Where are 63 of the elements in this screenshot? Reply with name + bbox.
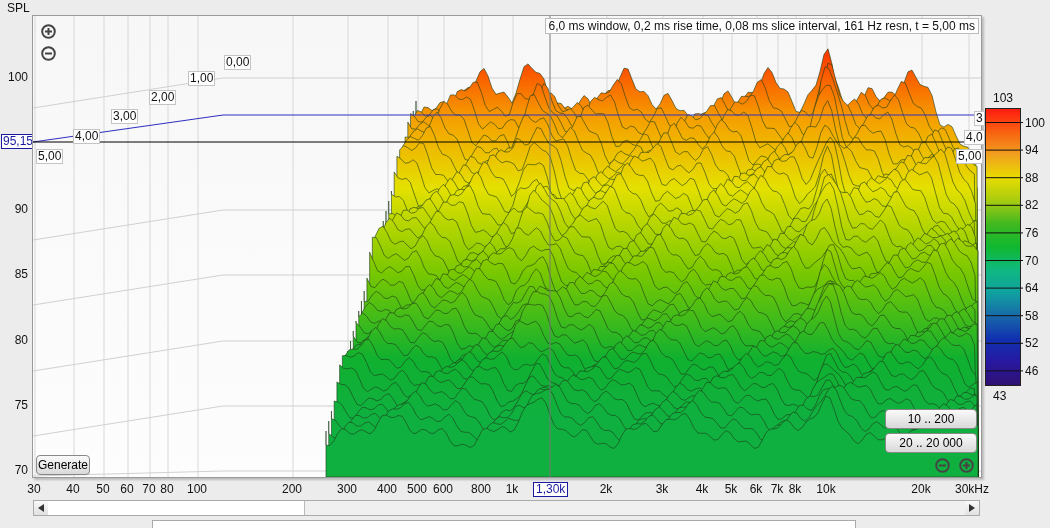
- time-label: 3: [974, 111, 985, 126]
- x-tick-label: 10k: [816, 483, 836, 496]
- x-tick-label: 4k: [695, 483, 709, 496]
- scale-max-label: 103: [993, 92, 1014, 105]
- scrollbar[interactable]: [33, 500, 980, 516]
- y-tick-label: 100: [7, 70, 28, 84]
- y-tick-label: 70: [14, 463, 28, 477]
- x-tick-label: 5k: [724, 483, 738, 496]
- time-label: 2,00: [149, 90, 177, 105]
- x-tick-label: 6k: [749, 483, 763, 496]
- scale-tick-label: 100: [1025, 116, 1046, 130]
- x-tick-label: 70: [142, 483, 156, 496]
- y-tick-label: 75: [14, 398, 28, 412]
- y-tick-label: 80: [14, 333, 28, 347]
- scroll-right-icon[interactable]: [969, 504, 975, 512]
- x-tick-label: 80: [160, 483, 174, 496]
- time-label: 5,00: [36, 149, 64, 164]
- time-label: 3,00: [111, 109, 139, 124]
- x-tick-label: 500: [407, 483, 427, 496]
- scale-tick-label: 88: [1025, 171, 1039, 185]
- time-label: 1,00: [188, 71, 216, 86]
- scale-tick-label: 94: [1025, 144, 1039, 158]
- zoom-in-icon[interactable]: [41, 24, 56, 39]
- generate-button[interactable]: Generate: [36, 455, 90, 475]
- range-button[interactable]: 10 .. 200: [885, 409, 977, 429]
- x-tick-label: 800: [471, 483, 491, 496]
- x-tick-label: 200: [282, 483, 302, 496]
- x-tick-label: 7k: [770, 483, 784, 496]
- x-tick-label: 3k: [655, 483, 669, 496]
- info-text: 6,0 ms window, 0,2 ms rise time, 0,08 ms slice interval, 161 Hz resn, t = 5,00 ms: [544, 18, 979, 34]
- axis-title: SPL: [7, 1, 30, 15]
- x-tick-label: 60: [120, 483, 134, 496]
- y-tick-label: 85: [14, 267, 28, 281]
- time-label: 0,00: [224, 55, 252, 70]
- x-tick-label: 40: [66, 483, 80, 496]
- x-tick-label: 50: [96, 483, 110, 496]
- scrollbar-thumb[interactable]: [48, 501, 305, 515]
- scale-tick-label: 70: [1025, 254, 1039, 268]
- x-tick-label: 30kHz: [955, 483, 989, 496]
- scale-tick-label: 64: [1025, 282, 1039, 296]
- x-tick-label: 20k: [911, 483, 931, 496]
- x-tick-label: 8k: [788, 483, 802, 496]
- scale-tick-label: 46: [1025, 364, 1039, 378]
- scale-tick-label: 52: [1025, 337, 1039, 351]
- x-tick-label: 400: [377, 483, 397, 496]
- x-tick-label: 30: [27, 483, 41, 496]
- time-label: 4,00: [73, 129, 101, 144]
- scale-min-label: 43: [993, 390, 1007, 403]
- time-label: 5,00: [956, 149, 984, 164]
- scale-tick-label: 82: [1025, 199, 1039, 213]
- y-tick-label: 90: [14, 202, 28, 216]
- time-label: 4,0: [964, 130, 985, 145]
- cursor-value: 1,30k: [533, 482, 569, 497]
- zoom-out-icon[interactable]: [41, 46, 56, 61]
- scroll-left-icon[interactable]: [38, 504, 44, 512]
- x-tick-label: 100: [187, 483, 207, 496]
- x-tick-label: 1k: [505, 483, 519, 496]
- x-tick-label: 300: [337, 483, 357, 496]
- range-button[interactable]: 20 .. 20 000: [885, 433, 977, 453]
- x-tick-label: 2k: [599, 483, 613, 496]
- scale-tick-label: 58: [1025, 309, 1039, 323]
- scale-tick-label: 76: [1025, 226, 1039, 240]
- x-tick-label: 600: [433, 483, 453, 496]
